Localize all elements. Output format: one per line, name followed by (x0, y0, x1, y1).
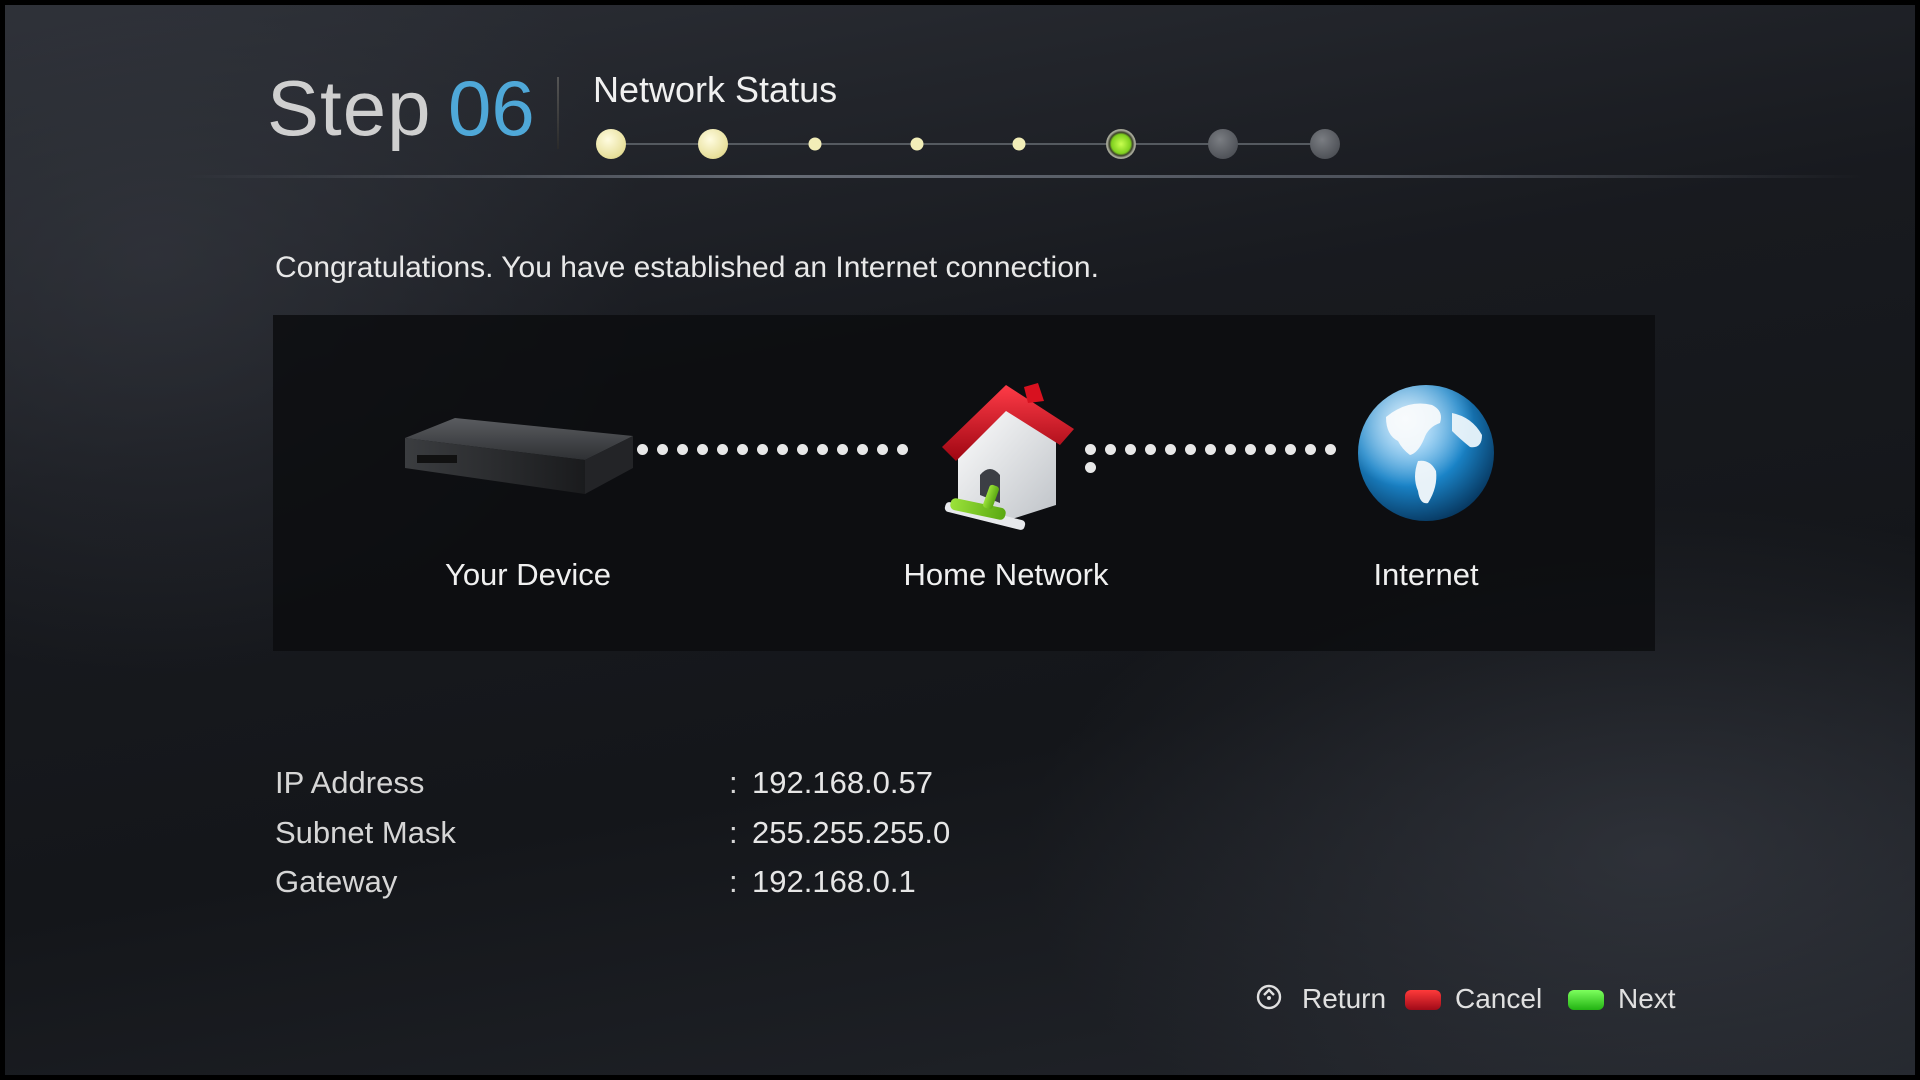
connection-dot (1265, 444, 1276, 455)
step-progress (593, 123, 1353, 165)
subnet-mask-separator: : (729, 815, 738, 850)
ip-address-value: 192.168.0.57 (752, 765, 934, 800)
set-top-box-icon (403, 410, 635, 500)
connection-dot (1305, 444, 1316, 455)
return-button[interactable]: Return (1255, 981, 1397, 1021)
progress-step-4 (910, 137, 924, 151)
screen: Step 06 Network Status Congratulations. … (5, 5, 1915, 1075)
connection-dot (1145, 444, 1156, 455)
connection-dot (1165, 444, 1176, 455)
connection-dot (657, 444, 668, 455)
red-key-icon (1405, 990, 1441, 1010)
connection-dot (857, 444, 868, 455)
connection-dot (1325, 444, 1336, 455)
gateway-value: 192.168.0.1 (752, 864, 916, 899)
subnet-mask-value: 255.255.255.0 (752, 815, 951, 850)
progress-step-5 (1012, 137, 1026, 151)
progress-step-8 (1310, 129, 1340, 159)
subnet-mask-label: Subnet Mask (275, 815, 456, 850)
progress-step-2 (698, 129, 728, 159)
connection-dot (817, 444, 828, 455)
connection-dot (1125, 444, 1136, 455)
connection-dot (737, 444, 748, 455)
progress-step-6 (1106, 129, 1136, 159)
connection-dot (777, 444, 788, 455)
cancel-button[interactable]: Cancel (1405, 981, 1553, 1021)
connection-dot (757, 444, 768, 455)
connection-dot (637, 444, 648, 455)
connection-dot (697, 444, 708, 455)
return-icon (1255, 983, 1283, 1011)
node-label-home-network: Home Network (903, 557, 1109, 592)
connection-dot (1285, 444, 1296, 455)
step-number: 06 (448, 64, 535, 152)
gateway-label: Gateway (275, 864, 398, 899)
page-title: Network Status (593, 69, 838, 110)
next-label: Next (1618, 983, 1676, 1014)
connection-dot (877, 444, 888, 455)
step-word: Step (267, 64, 432, 152)
ip-address-label: IP Address (275, 765, 425, 800)
header-rule (185, 175, 1865, 178)
connection-dot (797, 444, 808, 455)
next-button[interactable]: Next (1568, 981, 1688, 1021)
green-key-icon (1568, 990, 1604, 1010)
progress-step-3 (808, 137, 822, 151)
connection-dot (837, 444, 848, 455)
status-message: Congratulations. You have established an… (275, 251, 1099, 284)
gateway-separator: : (729, 864, 738, 899)
globe-icon (1356, 383, 1496, 523)
network-diagram: Your Device Home Network Internet (273, 315, 1655, 651)
connection-dot (1185, 444, 1196, 455)
progress-step-1 (596, 129, 626, 159)
connection-dot (1205, 444, 1216, 455)
progress-step-7 (1208, 129, 1238, 159)
connection-dot (677, 444, 688, 455)
connection-dot (717, 444, 728, 455)
node-label-internet: Internet (1373, 557, 1479, 592)
node-label-device: Your Device (444, 557, 611, 592)
connection-link-device-home (637, 442, 937, 455)
cancel-label: Cancel (1455, 983, 1543, 1014)
return-label: Return (1302, 983, 1387, 1014)
connection-dot (897, 444, 908, 455)
connection-dot (1245, 444, 1256, 455)
connection-dot (1225, 444, 1236, 455)
connection-dot (1105, 444, 1116, 455)
house-network-icon (928, 377, 1088, 547)
connection-link-home-internet (1085, 442, 1360, 473)
ip-address-separator: : (729, 765, 738, 800)
header-divider (557, 77, 559, 149)
